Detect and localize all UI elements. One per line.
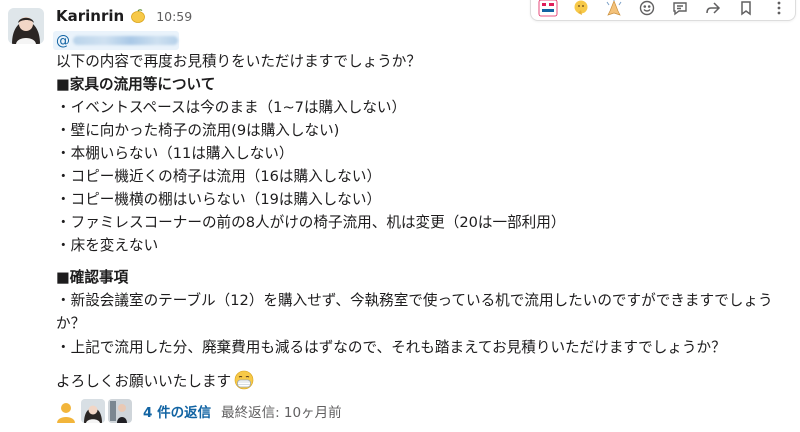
add-reaction-icon[interactable] <box>634 0 660 18</box>
section-heading: ■家具の流用等について <box>56 76 216 93</box>
redacted-mention-name <box>73 36 178 45</box>
message-header: Karinrin 10:59 <box>56 6 192 26</box>
pray-emoji-icon[interactable] <box>601 0 627 18</box>
face-with-mask-emoji-icon <box>233 370 255 396</box>
message-line: 以下の内容で再度お見積りをいただけますでしょうか？ <box>56 53 421 70</box>
participant-avatar-karinrin <box>81 399 105 423</box>
list-item: ・イベントスペースは今のまま（1~7は購入しない） <box>56 99 407 116</box>
list-item: ・壁に向かった椅子の流用(9は購入しない) <box>56 122 340 139</box>
list-item: ・コピー機横の棚はいらない（19は購入しない） <box>56 191 382 208</box>
author-name[interactable]: Karinrin <box>56 7 124 25</box>
user-mention[interactable]: @ <box>53 31 179 50</box>
participant-avatar-other <box>108 399 132 423</box>
message-timestamp[interactable]: 10:59 <box>156 9 192 24</box>
list-item: ・上記で流用した分、廃棄費用も減るはずなので、それも踏まえてお見積りいただけます… <box>56 339 726 356</box>
thread-summary[interactable]: 4 件の返信 最終返信: 10ヶ月前 <box>54 398 342 424</box>
share-icon[interactable] <box>700 0 726 18</box>
last-reply-time: 最終返信: 10ヶ月前 <box>221 405 342 421</box>
reply-in-thread-icon[interactable] <box>667 0 693 18</box>
thinking-emoji-icon[interactable] <box>568 0 594 18</box>
list-item: ・床を変えない <box>56 237 159 254</box>
list-item: ・本棚いらない（11は購入しない） <box>56 145 294 162</box>
mention-at-sign: @ <box>56 32 70 49</box>
bookmark-icon[interactable] <box>733 0 759 18</box>
list-item: ・新設会議室のテーブル（12）を購入せず、今執務室で使っている机で流用したいので… <box>56 292 773 309</box>
participant-avatar-generic <box>54 399 78 423</box>
section-heading: ■確認事項 <box>56 269 129 286</box>
lemon-emoji-icon <box>130 8 146 24</box>
more-actions-icon[interactable] <box>766 0 792 18</box>
reply-count-link[interactable]: 4 件の返信 <box>143 401 211 421</box>
otsukaresama-stamp-icon[interactable] <box>535 0 561 18</box>
list-item-continued: か？ <box>56 315 86 332</box>
closing-text: よろしくお願いいたします <box>56 373 232 390</box>
closing-line: よろしくお願いいたします <box>56 370 255 396</box>
author-avatar[interactable] <box>8 8 44 44</box>
list-item: ・コピー機近くの椅子は流用（16は購入しない） <box>56 168 382 185</box>
list-item: ・ファミレスコーナーの前の8人がけの椅子流用、机は変更（20は一部利用） <box>56 214 566 231</box>
message-actions-toolbar <box>530 0 796 21</box>
